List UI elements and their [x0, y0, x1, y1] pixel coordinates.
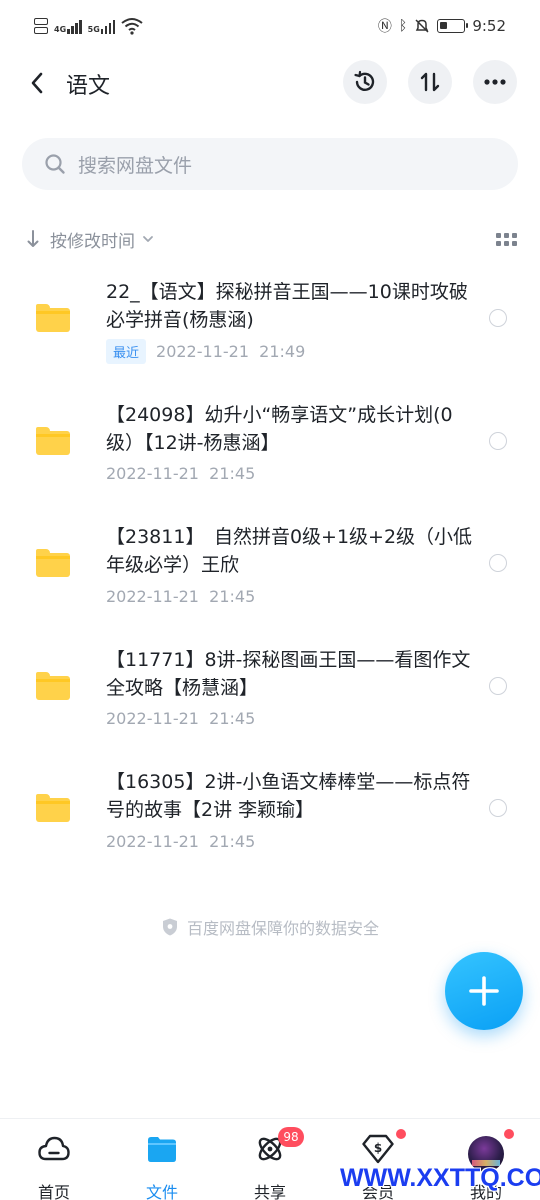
file-list: 22_【语文】探秘拼音王国——10课时攻破必学拼音(杨惠涵) 最近 2022-1…	[0, 258, 540, 871]
vip-diamond-icon: $	[360, 1131, 396, 1167]
page-title: 语文	[66, 74, 111, 99]
chevron-left-icon	[31, 72, 43, 94]
security-note-text: 百度网盘保障你的数据安全	[186, 919, 379, 938]
file-name: 【16305】2讲-小鱼语文棒棒堂——标点符号的故事【2讲 李颖瑜】	[106, 771, 471, 821]
network-type-2: 5G	[87, 25, 100, 34]
file-name: 【23811】 自然拼音0级+1级+2级（小低年级必学）王欣	[106, 526, 473, 576]
add-button[interactable]	[445, 952, 523, 1030]
cloud-icon	[36, 1131, 72, 1167]
tab-home[interactable]: 首页	[0, 1119, 108, 1200]
file-meta: 2022-11-21 21:45	[106, 707, 255, 731]
bluetooth-icon: ᛒ	[398, 18, 408, 34]
file-meta: 2022-11-21 21:45	[106, 584, 255, 608]
folder-icon	[36, 671, 70, 700]
history-icon	[354, 70, 375, 91]
search-input[interactable]: 搜索网盘文件	[22, 138, 518, 190]
wifi-icon	[121, 18, 143, 35]
folder-icon	[36, 794, 70, 822]
search-placeholder: 搜索网盘文件	[78, 154, 193, 177]
notification-badge: 98	[278, 1127, 304, 1147]
sort-arrows-icon	[420, 72, 440, 92]
file-time: 21:45	[209, 586, 256, 606]
folder-icon	[144, 1131, 180, 1167]
list-item[interactable]: 【16305】2讲-小鱼语文棒棒堂——标点符号的故事【2讲 李颖瑜】 2022-…	[0, 748, 540, 871]
battery-icon	[437, 19, 469, 33]
select-checkbox[interactable]	[489, 431, 507, 450]
file-time: 21:45	[209, 831, 256, 851]
file-date: 2022-11-21	[106, 586, 199, 606]
shield-icon	[162, 918, 177, 936]
recent-badge: 最近	[106, 338, 147, 364]
tab-files[interactable]: 文件	[108, 1119, 216, 1200]
select-checkbox[interactable]	[489, 799, 507, 817]
folder-icon	[36, 304, 70, 332]
nfc-icon: Ⓝ	[377, 19, 392, 35]
svg-text:$: $	[374, 1141, 382, 1155]
sim-icon	[34, 18, 48, 34]
signal-1: 4G	[54, 18, 82, 34]
bell-off-icon	[415, 19, 429, 33]
arrow-down-icon	[22, 229, 44, 249]
more-button[interactable]	[473, 60, 517, 104]
tab-label: 首页	[37, 1183, 70, 1200]
file-name: 【24098】幼升小“畅享语文”成长计划(0级）【12讲-杨惠涵】	[106, 403, 453, 454]
tab-share[interactable]: 98 共享	[216, 1119, 324, 1200]
file-meta: 2022-11-21 21:45	[106, 829, 255, 853]
tab-label: 共享	[253, 1183, 286, 1200]
select-checkbox[interactable]	[489, 309, 507, 327]
back-button[interactable]	[22, 66, 52, 100]
folder-icon	[36, 426, 70, 455]
folder-icon	[36, 549, 70, 577]
signal-2: 5G	[88, 18, 116, 34]
status-bar: 4G 5G Ⓝ ᛒ 9:52	[0, 0, 540, 52]
file-date: 2022-11-21	[106, 709, 199, 728]
plus-icon	[469, 976, 499, 1006]
tab-label: 文件	[145, 1183, 178, 1200]
more-dots-icon	[484, 79, 506, 85]
status-right: Ⓝ ᛒ 9:52	[378, 14, 506, 38]
file-meta: 最近 2022-11-21 21:49	[106, 338, 306, 364]
signal-bars-icon	[67, 18, 82, 34]
history-button[interactable]	[343, 60, 387, 104]
file-time: 21:49	[259, 341, 306, 361]
file-time: 21:45	[209, 464, 256, 483]
chevron-down-icon[interactable]	[141, 234, 155, 244]
select-checkbox[interactable]	[489, 554, 507, 572]
list-item[interactable]: 【23811】 自然拼音0级+1级+2级（小低年级必学）王欣 2022-11-2…	[0, 503, 540, 626]
sort-button[interactable]	[408, 60, 452, 104]
sort-bar: 按修改时间	[22, 222, 518, 256]
sort-selector[interactable]: 按修改时间	[50, 227, 135, 252]
signal-bars-icon	[100, 18, 116, 34]
grid-view-icon[interactable]	[496, 228, 518, 250]
watermark: WWW.XXTTQ.COM	[340, 1164, 540, 1192]
security-note: 百度网盘保障你的数据安全	[0, 914, 540, 940]
list-item[interactable]: 22_【语文】探秘拼音王国——10课时攻破必学拼音(杨惠涵) 最近 2022-1…	[0, 258, 540, 381]
search-icon	[42, 151, 68, 177]
dot-badge	[396, 1129, 406, 1139]
signal-indicators: 4G 5G	[34, 14, 143, 38]
list-item[interactable]: 【24098】幼升小“畅享语文”成长计划(0级）【12讲-杨惠涵】 2022-1…	[0, 381, 540, 504]
file-name: 【11771】8讲-探秘图画王国——看图作文全攻略【杨慧涵】	[106, 648, 471, 699]
battery-level	[440, 22, 448, 29]
file-date: 2022-11-21	[106, 464, 199, 483]
file-name: 22_【语文】探秘拼音王国——10课时攻破必学拼音(杨惠涵)	[106, 281, 468, 331]
file-date: 2022-11-21	[156, 341, 249, 361]
list-item[interactable]: 【11771】8讲-探秘图画王国——看图作文全攻略【杨慧涵】 2022-11-2…	[0, 626, 540, 749]
clock: 9:52	[472, 17, 506, 35]
network-type-1: 4G	[54, 25, 67, 34]
file-time: 21:45	[209, 709, 256, 728]
file-date: 2022-11-21	[106, 831, 199, 851]
dot-badge	[504, 1129, 514, 1139]
file-meta: 2022-11-21 21:45	[106, 462, 255, 486]
top-bar: 语文	[0, 52, 540, 114]
select-checkbox[interactable]	[489, 676, 507, 695]
